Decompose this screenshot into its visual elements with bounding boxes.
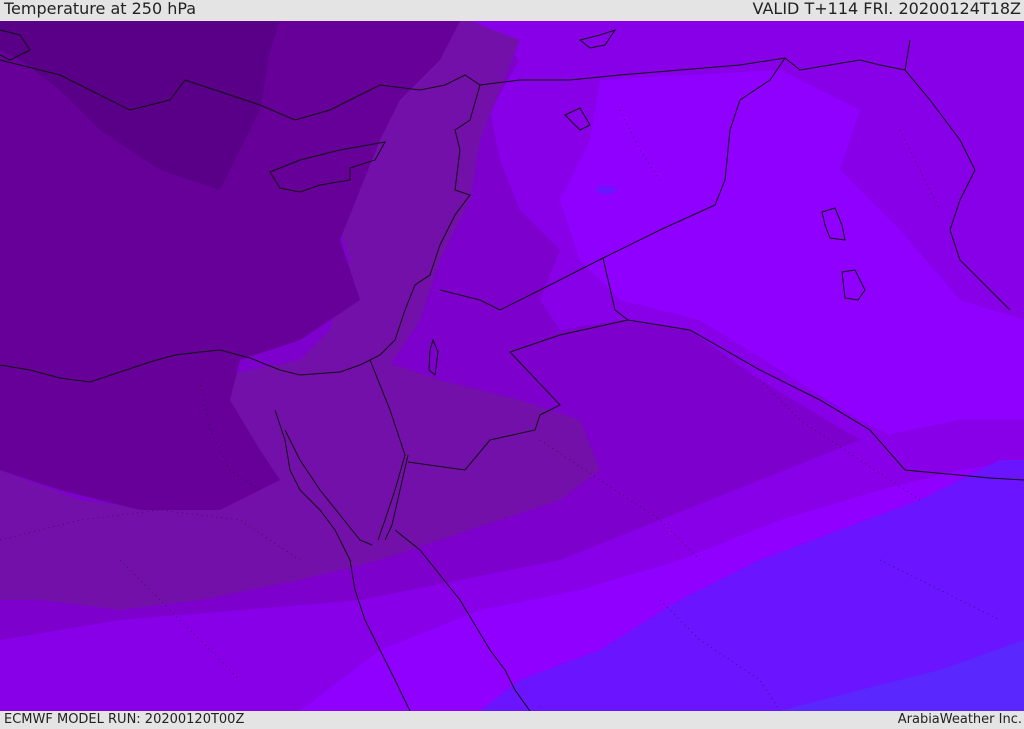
model-run: ECMWF MODEL RUN: 20200120T00Z [4,712,245,727]
valid-time: VALID T+114 FRI. 20200124T18Z [752,0,1021,18]
brand-credit: ArabiaWeather Inc. [897,712,1022,727]
band-small-pocket [596,186,616,194]
temperature-map[interactable] [0,21,1024,711]
map-title: Temperature at 250 hPa [4,0,197,18]
map-header: Temperature at 250 hPa VALID T+114 FRI. … [0,0,1024,21]
map-footer: ECMWF MODEL RUN: 20200120T00Z ArabiaWeat… [0,711,1024,729]
